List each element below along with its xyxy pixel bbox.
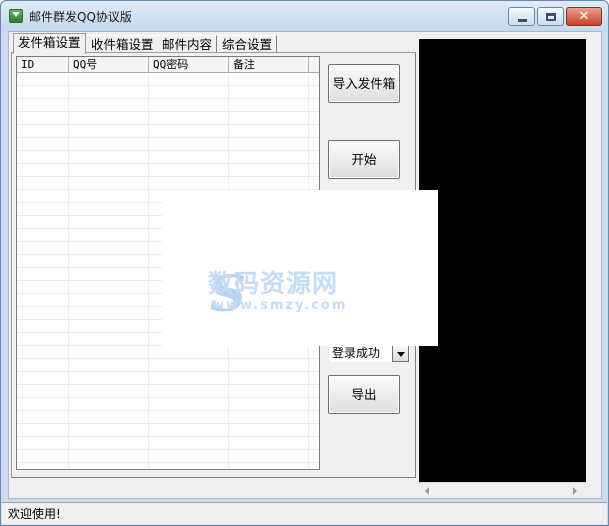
close-icon: ✕ — [578, 9, 590, 24]
minimize-button[interactable] — [508, 7, 535, 26]
log-console[interactable] — [419, 39, 586, 482]
column-divider — [148, 73, 149, 469]
column-header-note[interactable]: 备注 — [229, 57, 309, 73]
scroll-left-icon[interactable] — [425, 487, 429, 495]
watermark-url: www.smzy.com — [212, 298, 348, 313]
column-header-id[interactable]: ID — [17, 57, 69, 73]
watermark-text: 数码资源网 — [208, 269, 339, 298]
tab-general-settings[interactable]: 综合设置 — [218, 35, 278, 53]
watermark-overlay: S 数码资源网 www.smzy.com — [162, 190, 438, 346]
column-divider — [68, 73, 69, 469]
login-status-value: 登录成功 — [332, 346, 381, 360]
status-text: 欢迎使用! — [8, 507, 61, 521]
tab-mail-content[interactable]: 邮件内容 — [158, 35, 218, 53]
app-icon[interactable] — [9, 9, 23, 23]
tab-sender-settings[interactable]: 发件箱设置 — [13, 33, 86, 54]
close-button[interactable]: ✕ — [566, 7, 602, 26]
dropdown-button[interactable] — [392, 345, 409, 362]
window-title: 邮件群发QQ协议版 — [29, 10, 132, 24]
export-button[interactable]: 导出 — [328, 375, 400, 414]
login-status-select[interactable]: 登录成功 — [330, 345, 410, 362]
chevron-down-icon — [397, 352, 405, 357]
minimize-icon — [518, 19, 527, 22]
maximize-icon — [546, 13, 556, 21]
scroll-right-icon[interactable] — [573, 487, 577, 495]
start-button[interactable]: 开始 — [328, 140, 400, 179]
import-sender-button[interactable]: 导入发件箱 — [328, 64, 400, 103]
status-bar: 欢迎使用! — [2, 502, 607, 524]
title-bar[interactable]: 邮件群发QQ协议版 ✕ — [1, 1, 608, 31]
tab-recipient-settings[interactable]: 收件箱设置 — [87, 35, 159, 53]
horizontal-scrollbar[interactable] — [419, 482, 586, 498]
maximize-button[interactable] — [537, 7, 564, 26]
column-header-qq[interactable]: QQ号 — [69, 57, 149, 73]
list-header: ID QQ号 QQ密码 备注 — [17, 57, 319, 73]
column-header-password[interactable]: QQ密码 — [149, 57, 229, 73]
